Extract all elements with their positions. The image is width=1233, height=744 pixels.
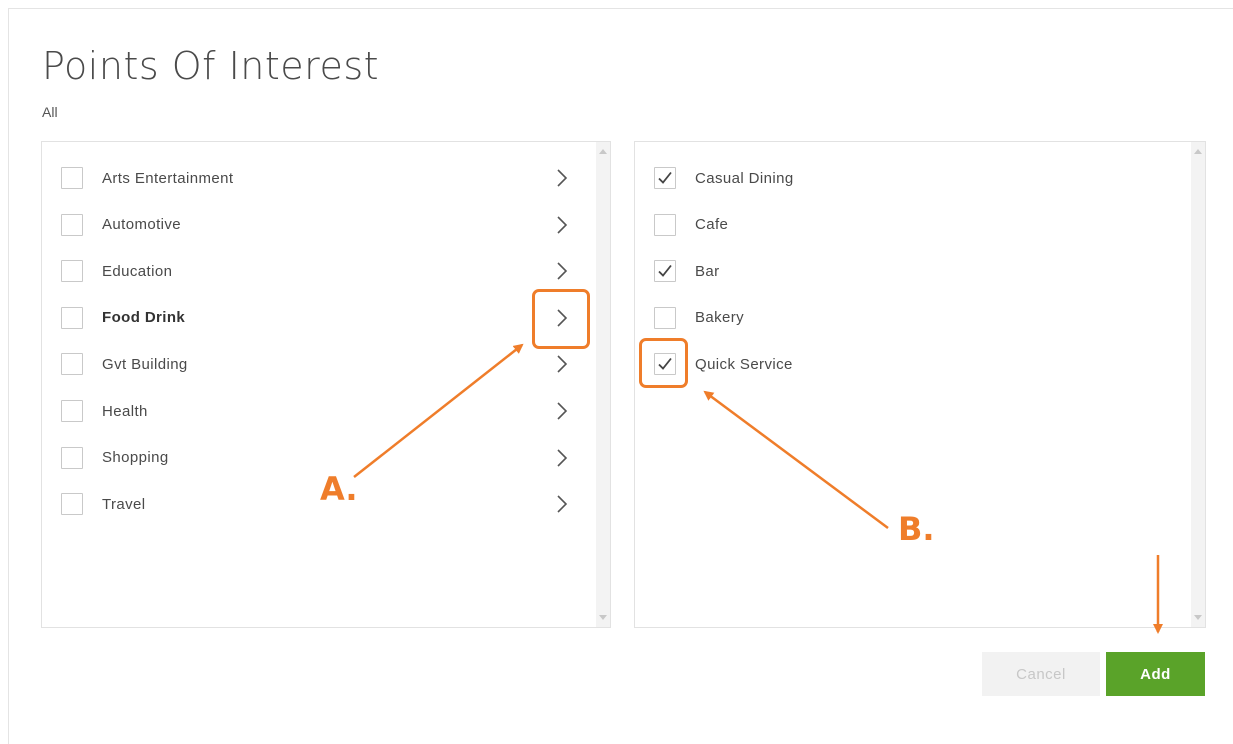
list-item[interactable]: Gvt Building	[42, 349, 582, 379]
subcategory-scrollbar[interactable]	[1191, 142, 1205, 627]
category-scrollbar[interactable]	[596, 142, 610, 627]
list-item[interactable]: Shopping	[42, 443, 582, 473]
list-item[interactable]: Bakery	[635, 303, 1175, 333]
chevron-right-icon[interactable]	[552, 400, 572, 422]
list-item-label: Travel	[102, 495, 146, 513]
checkbox[interactable]	[61, 167, 83, 189]
chevron-right-icon[interactable]	[552, 307, 572, 329]
chevron-right-icon[interactable]	[552, 260, 572, 282]
list-item[interactable]: Bar	[635, 256, 1175, 286]
list-item[interactable]: Arts Entertainment	[42, 163, 582, 193]
list-item[interactable]: Education	[42, 256, 582, 286]
list-item[interactable]: Travel	[42, 489, 582, 519]
checkbox[interactable]	[61, 353, 83, 376]
list-item[interactable]: Casual Dining	[635, 163, 1175, 193]
chevron-right-icon[interactable]	[552, 447, 572, 469]
list-item[interactable]: Food Drink	[42, 303, 582, 333]
scroll-down-icon[interactable]	[599, 615, 607, 620]
list-item-label: Shopping	[102, 449, 169, 467]
page-title: Points Of Interest	[42, 44, 380, 88]
scroll-down-icon[interactable]	[1194, 615, 1202, 620]
list-item-label: Gvt Building	[102, 355, 188, 373]
list-item[interactable]: Health	[42, 396, 582, 426]
list-item-label: Automotive	[102, 216, 182, 234]
chevron-right-icon[interactable]	[552, 167, 572, 189]
checkbox[interactable]	[61, 400, 83, 422]
list-item-label: Cafe	[695, 216, 729, 234]
checkbox[interactable]	[654, 213, 676, 236]
breadcrumb[interactable]: All	[42, 104, 58, 120]
list-item-label: Bakery	[695, 309, 745, 327]
list-item-label: Education	[102, 262, 173, 280]
list-item[interactable]: Automotive	[42, 210, 582, 240]
list-item[interactable]: Cafe	[635, 210, 1175, 240]
list-item-label: Food Drink	[102, 309, 186, 327]
checkbox[interactable]	[654, 353, 676, 376]
list-item[interactable]: Quick Service	[635, 349, 1175, 379]
category-list: Arts Entertainment Automotive Education Foo…	[41, 141, 611, 628]
chevron-right-icon[interactable]	[552, 353, 572, 375]
scroll-up-icon[interactable]	[599, 149, 607, 154]
chevron-right-icon[interactable]	[552, 493, 572, 515]
checkbox[interactable]	[654, 167, 676, 189]
checkbox[interactable]	[61, 493, 83, 516]
checkbox[interactable]	[61, 306, 83, 329]
scroll-up-icon[interactable]	[1194, 149, 1202, 154]
add-button[interactable]: Add	[1106, 652, 1205, 696]
checkbox[interactable]	[61, 260, 83, 283]
cancel-button[interactable]: Cancel	[982, 652, 1100, 696]
list-item-label: Casual Dining	[695, 169, 794, 187]
chevron-right-icon[interactable]	[552, 214, 572, 236]
list-item-label: Bar	[695, 262, 720, 280]
checkbox[interactable]	[61, 213, 83, 236]
checkbox[interactable]	[654, 306, 676, 329]
subcategory-list: Casual Dining Cafe Bar Bakery Quick Service	[634, 141, 1206, 628]
checkbox[interactable]	[654, 260, 676, 283]
list-item-label: Health	[102, 402, 148, 420]
list-item-label: Quick Service	[695, 355, 793, 373]
list-item-label: Arts Entertainment	[102, 169, 234, 187]
checkbox[interactable]	[61, 446, 83, 469]
